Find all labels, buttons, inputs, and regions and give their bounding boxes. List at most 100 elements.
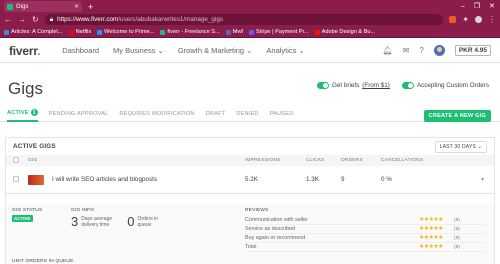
review-label: Service as described xyxy=(245,226,296,232)
get-briefs-toggle[interactable]: Get briefs (From $1) xyxy=(316,82,390,89)
nav-label: Growth & Marketing xyxy=(177,46,245,55)
extensions-puzzle-icon[interactable]: ✦ xyxy=(462,15,469,24)
bookmark-item[interactable]: fiverr - Freelance S... xyxy=(160,29,220,35)
star-rating-icon: ★★★★★ xyxy=(419,217,443,223)
bookmark-item[interactable]: Adobe Design & Bu... xyxy=(314,29,375,35)
star-rating-icon: ★★★★★ xyxy=(419,244,443,250)
table-row[interactable]: I will write SEO articles and blogposts … xyxy=(6,166,494,194)
bookmark-item[interactable]: Netflix xyxy=(68,29,92,35)
logo-dot: . xyxy=(37,43,41,58)
nav-my-business[interactable]: My Business ⌄ xyxy=(113,46,164,55)
card-header: ACTIVE GIGS LAST 30 DAYS ⌄ xyxy=(6,138,494,155)
create-new-gig-button[interactable]: CREATE A NEW GIG xyxy=(423,110,491,122)
review-count: (5) xyxy=(454,235,460,241)
reviews-section: REVIEWS Communication with seller ★★★★★ … xyxy=(239,204,491,264)
bookmark-label: Netflix xyxy=(75,29,92,35)
nav-growth-marketing[interactable]: Growth & Marketing ⌄ xyxy=(178,46,253,55)
bookmark-label: Mwf xyxy=(232,29,243,35)
avatar[interactable] xyxy=(433,45,445,56)
toggle-switch[interactable] xyxy=(316,82,329,89)
messages-icon[interactable]: ✉ xyxy=(403,46,410,55)
review-row-total: Total ★★★★★ (5) xyxy=(245,243,485,252)
tab-requires-modification[interactable]: REQUIRES MODIFICATION xyxy=(119,111,194,117)
browser-tab[interactable]: Gigs ✕ xyxy=(4,1,82,12)
tab-paused[interactable]: PAUSED xyxy=(270,111,294,117)
extension-icon[interactable] xyxy=(449,16,457,23)
tab-label: ACTIVE xyxy=(7,109,29,116)
tab-draft[interactable]: DRAFT xyxy=(206,111,226,117)
bookmark-favicon-icon xyxy=(97,29,103,35)
star-rating-icon: ★★★★★ xyxy=(419,235,443,241)
profile-icon[interactable] xyxy=(475,16,482,23)
fiverr-favicon-icon xyxy=(7,3,13,10)
unit-orders-label: UNIT ORDERS IN QUEUE xyxy=(12,259,74,264)
tab-denied[interactable]: DENIED xyxy=(236,111,258,117)
browser-tab-bar: Gigs ✕ + – ❐ ✕ xyxy=(0,0,500,12)
toggle-label: Get briefs xyxy=(331,82,360,89)
nav-dashboard[interactable]: Dashboard xyxy=(62,46,99,55)
chevron-down-icon: ⌄ xyxy=(298,46,305,55)
orders-value: 9 xyxy=(341,176,345,183)
queue-number: 0 xyxy=(127,214,135,229)
bookmark-favicon-icon xyxy=(314,29,320,35)
clicks-value: 1.3K xyxy=(306,176,319,183)
bookmark-item[interactable]: Articles: A Complet... xyxy=(4,29,63,35)
impressions-value: 5.2K xyxy=(245,176,258,183)
screen: Gigs ✕ + – ❐ ✕ ← → ↻ 🔒︎ https://www.five… xyxy=(0,0,500,264)
table-header: GIG IMPRESSIONS CLICKS ORDERS CANCELLATI… xyxy=(6,155,494,166)
new-tab-button[interactable]: + xyxy=(88,2,93,12)
delivery-days-text: Days average delivery time xyxy=(81,216,113,228)
custom-orders-toggle[interactable]: Accepting Custom Orders xyxy=(401,82,489,89)
toggle-switch[interactable] xyxy=(401,82,414,89)
tab-pending-approval[interactable]: PENDING APPROVAL xyxy=(49,111,109,117)
active-gigs-card: ACTIVE GIGS LAST 30 DAYS ⌄ GIG IMPRESSIO… xyxy=(5,137,495,264)
period-dropdown[interactable]: LAST 30 DAYS ⌄ xyxy=(434,140,487,153)
review-row: Communication with seller ★★★★★ (5) xyxy=(245,216,485,225)
column-header-impressions: IMPRESSIONS xyxy=(245,158,281,163)
select-all-checkbox[interactable] xyxy=(13,156,19,163)
fiverr-logo[interactable]: fiverr. xyxy=(9,43,41,58)
back-icon[interactable]: ← xyxy=(4,15,12,24)
forward-icon[interactable]: → xyxy=(18,15,26,24)
bookmark-item[interactable]: Mwf xyxy=(225,29,243,35)
column-header-orders: ORDERS xyxy=(341,158,363,163)
close-window-button[interactable]: ✕ xyxy=(489,2,495,10)
address-toolbar: ← → ↻ 🔒︎ https://www.fiverr.com/users/ab… xyxy=(0,12,500,27)
help-icon[interactable]: ? xyxy=(419,46,423,55)
gig-status-section: GIG STATUS ACTIVE xyxy=(6,204,65,264)
balance-badge[interactable]: PKR 4.95 xyxy=(454,45,491,56)
review-count: (5) xyxy=(454,244,460,250)
row-menu-icon[interactable]: ▾ xyxy=(481,176,494,183)
bookmark-label: fiverr - Freelance S... xyxy=(167,29,220,35)
maximize-button[interactable]: ❐ xyxy=(474,2,480,10)
bookmark-favicon-icon xyxy=(4,29,9,35)
url-bar[interactable]: 🔒︎ https://www.fiverr.com/users/abubakar… xyxy=(44,14,444,25)
count-badge: 1 xyxy=(30,109,38,116)
column-header-clicks: CLICKS xyxy=(306,158,325,163)
window-controls: – ❐ ✕ xyxy=(461,0,500,12)
settings-toggles: Get briefs (From $1) Accepting Custom Or… xyxy=(316,82,489,89)
tab-active[interactable]: ACTIVE 1 xyxy=(7,106,38,122)
reload-icon[interactable]: ↻ xyxy=(32,15,39,24)
minimize-button[interactable]: – xyxy=(461,3,465,10)
gig-thumbnail[interactable] xyxy=(28,174,44,185)
nav-analytics[interactable]: Analytics ⌄ xyxy=(266,46,304,55)
queue-stat: 0 Orders in queue xyxy=(127,214,163,229)
gig-status-label: GIG STATUS xyxy=(12,208,43,213)
browser-menu-icon[interactable]: ⋮ xyxy=(488,15,496,24)
gig-info-section: GIG INFO 3 Days average delivery time 0 … xyxy=(65,204,239,264)
page-title: Gigs xyxy=(8,79,43,98)
notification-bell-icon[interactable]: 🔔︎ xyxy=(383,46,393,55)
tab-title: Gigs xyxy=(16,3,29,10)
bookmark-item[interactable]: Welcome to Prime... xyxy=(97,29,154,35)
bookmark-item[interactable]: Stripe | Payment Pr... xyxy=(248,29,309,35)
close-tab-icon[interactable]: ✕ xyxy=(74,3,79,10)
row-checkbox[interactable] xyxy=(13,175,19,182)
gig-title-link[interactable]: I will write SEO articles and blogposts xyxy=(52,176,157,183)
url-path: /users/abubakarwrites1/manage_gigs xyxy=(118,16,223,23)
delivery-time-stat: 3 Days average delivery time xyxy=(71,215,119,228)
column-header-gig: GIG xyxy=(28,158,38,163)
toggle-label: Accepting Custom Orders xyxy=(416,82,489,89)
star-rating-icon: ★★★★★ xyxy=(419,226,443,232)
briefs-link[interactable]: (From $1) xyxy=(362,82,390,89)
